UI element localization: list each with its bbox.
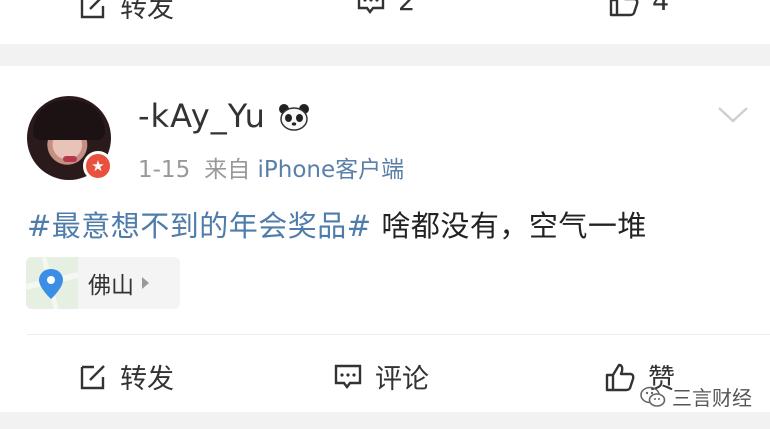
watermark: 三言财经 — [640, 382, 752, 411]
like-button-prev[interactable]: 4 — [608, 0, 669, 17]
feed-separator — [0, 44, 770, 66]
location-chip[interactable]: 佛山 — [26, 257, 180, 309]
like-count: 4 — [652, 0, 670, 17]
chevron-down-icon[interactable] — [716, 104, 750, 126]
repost-label: 转发 — [120, 364, 174, 395]
chevron-right-icon — [142, 277, 149, 289]
previous-post-action-bar: 转发 2 4 — [0, 0, 770, 44]
comment-button[interactable]: 评论 — [333, 357, 429, 396]
post-text: #最意想不到的年会奖品# 啥都没有，空气一堆 — [27, 203, 647, 245]
thumbs-up-icon — [609, 0, 639, 16]
verified-badge-icon: ★ — [83, 151, 113, 181]
repost-icon — [80, 0, 105, 18]
source-prefix: 来自 — [204, 157, 251, 183]
wechat-icon — [640, 386, 666, 407]
post-body: 啥都没有，空气一堆 — [371, 209, 647, 243]
watermark-text: 三言财经 — [672, 386, 752, 410]
post-date: 1-15 — [138, 157, 191, 183]
repost-icon — [80, 364, 105, 389]
location-label: 佛山 — [88, 273, 134, 299]
repost-label: 转发 — [120, 0, 174, 24]
comment-label: 评论 — [375, 364, 429, 395]
location-pin-icon — [26, 257, 78, 309]
map-thumbnail — [26, 257, 78, 309]
divider — [27, 334, 770, 335]
repost-button-prev[interactable]: 转发 — [78, 0, 174, 25]
panda-emoji-icon — [279, 104, 309, 131]
username[interactable]: -kAy_Yu — [138, 97, 266, 135]
comment-icon — [357, 0, 385, 14]
comment-button-prev[interactable]: 2 — [356, 0, 415, 17]
thumbs-up-icon — [605, 363, 635, 391]
comment-count: 2 — [398, 0, 416, 17]
device-link[interactable]: iPhone客户端 — [258, 157, 405, 183]
post-meta: 1-15 来自 iPhone客户端 — [138, 150, 404, 184]
hashtag-link[interactable]: #最意想不到的年会奖品# — [27, 209, 372, 243]
comment-icon — [334, 364, 362, 389]
repost-button[interactable]: 转发 — [78, 357, 174, 396]
feed-separator-bottom — [0, 412, 770, 429]
